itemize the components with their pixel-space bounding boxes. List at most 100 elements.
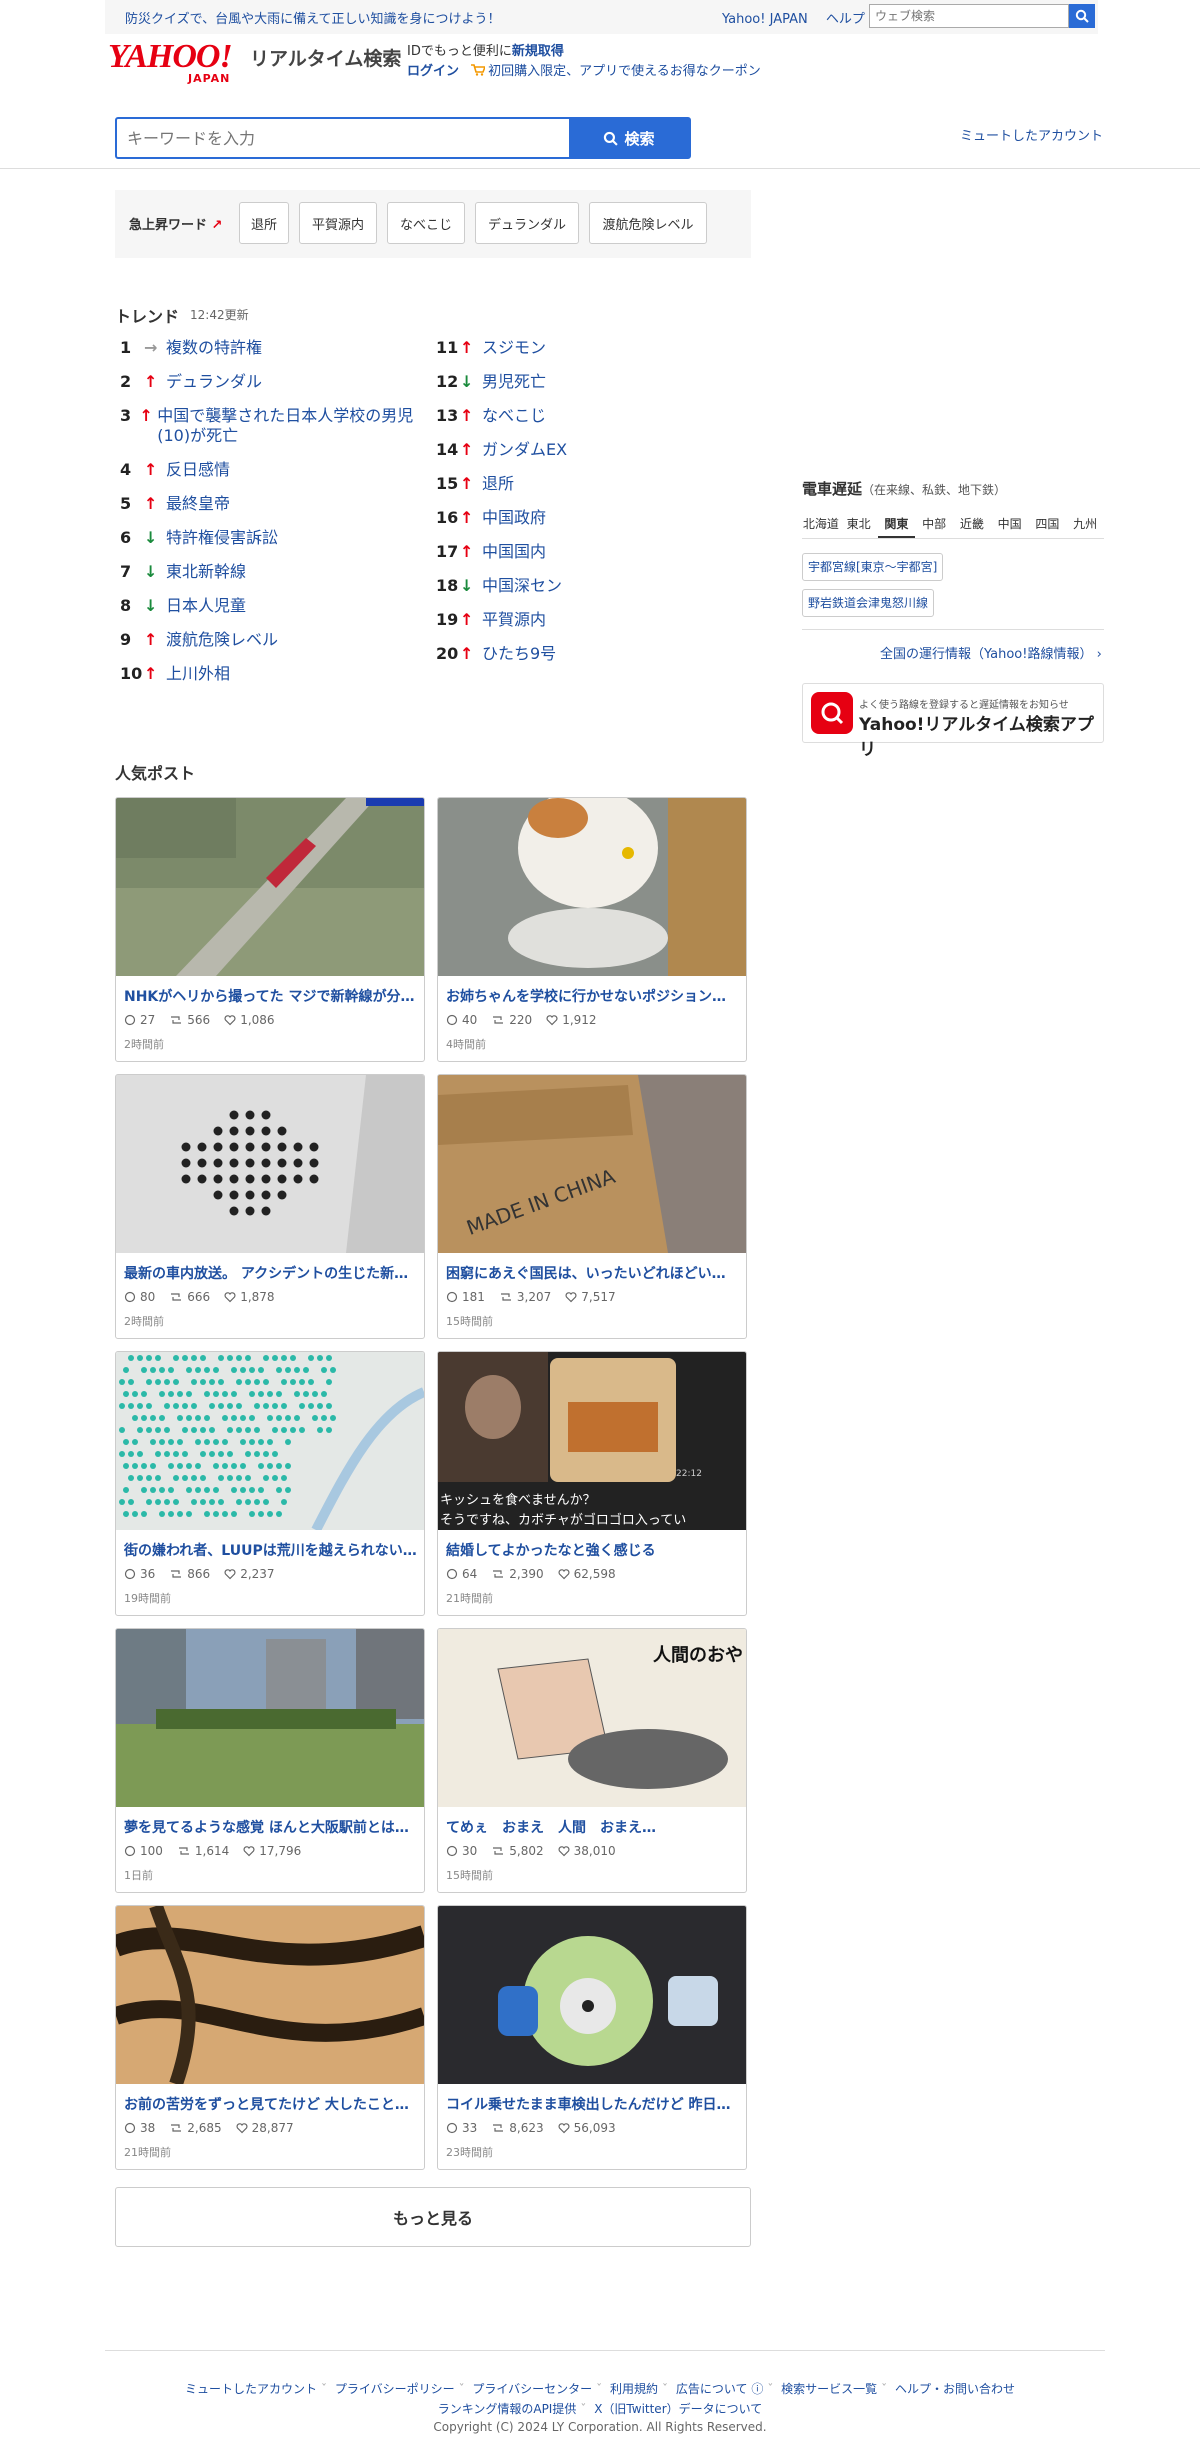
like-count[interactable]: 17,796	[243, 1844, 301, 1858]
trend-item[interactable]: 18 ↓ 中国深セン	[436, 576, 716, 600]
post-image[interactable]	[438, 798, 746, 976]
repost-count[interactable]: 5,802	[491, 1844, 544, 1858]
trend-keyword[interactable]: 中国で襲撃された日本人学校の男児(10)が死亡	[157, 406, 430, 446]
post-card[interactable]: MADE IN CHINA 困窮にあえぐ国民は、いったいどれほどい… 181 3,20…	[437, 1074, 747, 1339]
keyword-input[interactable]	[117, 119, 569, 157]
trend-item[interactable]: 14 ↑ ガンダムEX	[436, 440, 716, 464]
rising-word-chip[interactable]: 退所	[239, 202, 289, 244]
trend-keyword[interactable]: 平賀源内	[482, 610, 546, 630]
trend-item[interactable]: 7 ↓ 東北新幹線	[120, 562, 430, 586]
post-title[interactable]: 街の嫌われ者、LUUPは荒川を越えられない…	[124, 1540, 418, 1560]
trend-keyword[interactable]: 特許権侵害訴訟	[166, 528, 278, 548]
trend-item[interactable]: 2 ↑ デュランダル	[120, 372, 430, 396]
like-count[interactable]: 56,093	[558, 2121, 616, 2135]
like-count[interactable]: 7,517	[565, 1290, 616, 1304]
post-image[interactable]: MADE IN CHINA	[438, 1075, 746, 1253]
login-link[interactable]: ログイン	[407, 64, 459, 79]
trend-keyword[interactable]: 東北新幹線	[166, 562, 246, 582]
reply-count[interactable]: 181	[446, 1290, 485, 1304]
repost-count[interactable]: 666	[169, 1290, 210, 1304]
trend-item[interactable]: 20 ↑ ひたち9号	[436, 644, 716, 668]
trend-item[interactable]: 3 ↑ 中国で襲撃された日本人学校の男児(10)が死亡	[120, 406, 430, 445]
rising-word-chip[interactable]: 平賀源内	[299, 202, 377, 244]
trend-item[interactable]: 4 ↑ 反日感情	[120, 460, 430, 484]
like-count[interactable]: 62,598	[558, 1567, 616, 1581]
rising-word-chip[interactable]: 渡航危険レベル	[589, 202, 707, 244]
footer-link[interactable]: ランキング情報のAPI提供	[438, 2402, 577, 2416]
trend-item[interactable]: 6 ↓ 特許権侵害訴訟	[120, 528, 430, 552]
trend-keyword[interactable]: 中国国内	[482, 542, 546, 562]
trend-item[interactable]: 12 ↓ 男児死亡	[436, 372, 716, 396]
post-card[interactable]: NHKがヘリから撮ってた マジで新幹線が分… 27 566 1,086 2時間前	[115, 797, 425, 1062]
all-operation-info-link[interactable]: 全国の運行情報（Yahoo!路線情報） ›	[880, 643, 1102, 662]
reply-count[interactable]: 64	[446, 1567, 477, 1581]
reply-count[interactable]: 27	[124, 1013, 155, 1027]
web-search-input[interactable]	[869, 4, 1069, 28]
post-image[interactable]	[116, 1629, 424, 1807]
search-button[interactable]: 検索	[569, 119, 689, 157]
post-title[interactable]: コイル乗せたまま車検出したんだけど 昨日…	[446, 2094, 740, 2114]
footer-link[interactable]: 利用規約	[610, 2382, 658, 2396]
trend-keyword[interactable]: 渡航危険レベル	[166, 630, 278, 650]
trend-item[interactable]: 15 ↑ 退所	[436, 474, 716, 498]
post-image[interactable]	[438, 1906, 746, 2084]
trend-keyword[interactable]: 上川外相	[166, 664, 230, 684]
repost-count[interactable]: 3,207	[499, 1290, 551, 1304]
trend-keyword[interactable]: 複数の特許権	[166, 338, 262, 358]
post-title[interactable]: 結婚してよかったなと強く感じる	[446, 1540, 740, 1560]
tab-region-active[interactable]: 関東	[877, 511, 916, 538]
trend-keyword[interactable]: ひたち9号	[482, 644, 556, 664]
post-card[interactable]: 22:12 キッシュを食べませんか？ そうですね、カボチャがゴロゴロ入ってい 結婚して…	[437, 1351, 747, 1616]
trend-item[interactable]: 16 ↑ 中国政府	[436, 508, 716, 532]
like-count[interactable]: 1,086	[224, 1013, 275, 1027]
trend-keyword[interactable]: 日本人児童	[166, 596, 246, 616]
muted-accounts-link[interactable]: ミュートしたアカウント	[960, 125, 1103, 144]
post-card[interactable]: 人間のおや てめぇ おまえ 人間 おまえ… 30 5,802 38,010 15時間前	[437, 1628, 747, 1893]
help-link[interactable]: ヘルプ	[826, 12, 865, 27]
delay-line-link[interactable]: 宇都宮線[東京〜宇都宮]	[802, 553, 944, 581]
trend-item[interactable]: 17 ↑ 中国国内	[436, 542, 716, 566]
footer-link[interactable]: X（旧Twitter）データについて	[594, 2402, 762, 2416]
reply-count[interactable]: 36	[124, 1567, 155, 1581]
post-card[interactable]: お姉ちゃんを学校に行かせないポジション… 40 220 1,912 4時間前	[437, 797, 747, 1062]
post-card[interactable]: コイル乗せたまま車検出したんだけど 昨日… 33 8,623 56,093 23時間前	[437, 1905, 747, 2170]
repost-count[interactable]: 220	[491, 1013, 532, 1027]
trend-item[interactable]: 8 ↓ 日本人児童	[120, 596, 430, 620]
like-count[interactable]: 38,010	[558, 1844, 616, 1858]
delay-line-link[interactable]: 野岩鉄道会津鬼怒川線	[802, 589, 935, 617]
reply-count[interactable]: 30	[446, 1844, 477, 1858]
trend-item[interactable]: 19 ↑ 平賀源内	[436, 610, 716, 634]
tab-region[interactable]: 九州	[1066, 511, 1104, 538]
footer-link[interactable]: 広告について	[676, 2382, 748, 2396]
repost-count[interactable]: 2,390	[491, 1567, 544, 1581]
post-card[interactable]: 夢を見てるような感覚 ほんと大阪駅前とは… 100 1,614 17,796 1日前	[115, 1628, 425, 1893]
footer-link[interactable]: ヘルプ・お問い合わせ	[895, 2382, 1015, 2396]
repost-count[interactable]: 566	[169, 1013, 210, 1027]
post-image[interactable]	[116, 1352, 424, 1533]
post-title[interactable]: てめぇ おまえ 人間 おまえ…	[446, 1817, 740, 1837]
footer-link[interactable]: プライバシーセンター	[472, 2382, 592, 2396]
more-button[interactable]: もっと見る	[115, 2187, 751, 2247]
yahoo-logo[interactable]: YAHOO! JAPAN	[108, 40, 248, 86]
like-count[interactable]: 1,878	[224, 1290, 275, 1304]
post-image[interactable]	[116, 1906, 424, 2087]
post-title[interactable]: お前の苦労をずっと見てたけど 大したこと…	[124, 2094, 418, 2114]
tab-region[interactable]: 中部	[915, 511, 953, 538]
footer-link[interactable]: 検索サービス一覧	[781, 2382, 877, 2396]
trend-keyword[interactable]: 反日感情	[166, 460, 230, 480]
signup-link[interactable]: 新規取得	[512, 44, 564, 59]
tab-region[interactable]: 東北	[840, 511, 878, 538]
coupon-link[interactable]: 初回購入限定、アプリで使えるお得なクーポン	[488, 64, 761, 79]
trend-item[interactable]: 10 ↑ 上川外相	[120, 664, 430, 688]
tab-region[interactable]: 四国	[1029, 511, 1067, 538]
reply-count[interactable]: 80	[124, 1290, 155, 1304]
post-title[interactable]: 困窮にあえぐ国民は、いったいどれほどい…	[446, 1263, 740, 1283]
post-title[interactable]: お姉ちゃんを学校に行かせないポジション…	[446, 986, 740, 1006]
post-card[interactable]: 街の嫌われ者、LUUPは荒川を越えられない… 36 866 2,237 19時間前	[115, 1351, 425, 1616]
disaster-quiz-link[interactable]: 防災クイズで、台風や大雨に備えて正しい知識を身につけよう！	[125, 8, 500, 27]
reply-count[interactable]: 40	[446, 1013, 477, 1027]
trend-keyword[interactable]: 退所	[482, 474, 514, 494]
post-image[interactable]	[116, 1075, 424, 1253]
trend-keyword[interactable]: 中国深セン	[482, 576, 562, 596]
trend-item[interactable]: 1 → 複数の特許権	[120, 338, 430, 362]
